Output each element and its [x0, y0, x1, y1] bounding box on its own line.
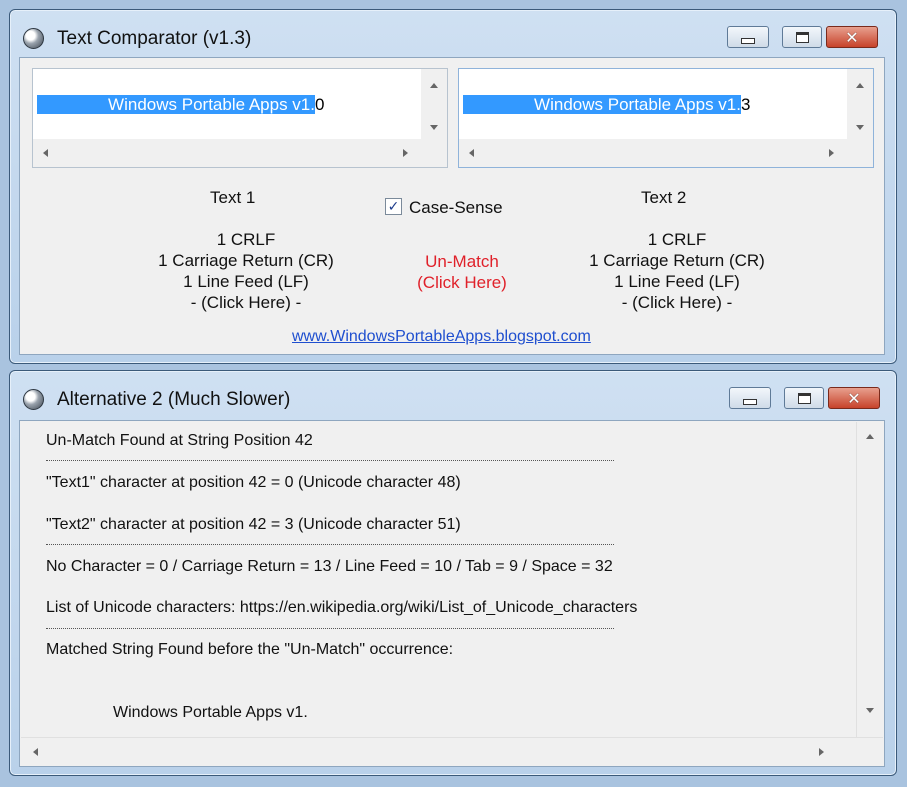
text2-horizontal-scrollbar[interactable]: [459, 139, 873, 167]
result-horizontal-scrollbar[interactable]: [21, 737, 883, 765]
text2-lf-count: 1 Line Feed (LF): [614, 272, 740, 291]
separator: [46, 544, 614, 545]
text1-vertical-scrollbar[interactable]: [421, 69, 447, 139]
text2-content[interactable]: Windows Portable Apps v1.3: [463, 95, 750, 114]
website-link[interactable]: www.WindowsPortableApps.blogspot.com: [292, 328, 591, 346]
close-icon: ✕: [847, 388, 861, 408]
text1-label: Text 1: [210, 188, 256, 207]
text1-char-line: "Text1" character at position 42 = 0 (Un…: [46, 474, 461, 491]
checkmark-icon: ✓: [387, 198, 400, 215]
close-button[interactable]: ✕: [828, 387, 880, 409]
app-icon: [23, 389, 44, 410]
text2-label: Text 2: [641, 188, 687, 207]
scroll-right-icon[interactable]: [403, 149, 408, 157]
case-sense-label[interactable]: Case-Sense: [409, 198, 503, 218]
result-text-area[interactable]: Un-Match Found at String Position 42 "Te…: [19, 420, 885, 767]
text2-click-link[interactable]: - (Click Here) -: [547, 292, 807, 313]
text1-content[interactable]: Windows Portable Apps v1.0: [37, 95, 324, 114]
matched-string-header: Matched String Found before the "Un-Matc…: [46, 641, 454, 658]
scroll-up-icon[interactable]: [430, 83, 438, 88]
legend-line: No Character = 0 / Carriage Return = 13 …: [46, 558, 613, 575]
minimize-button[interactable]: [729, 387, 771, 409]
unmatch-found-line: Un-Match Found at String Position 42: [46, 432, 313, 449]
minimize-icon: [741, 37, 755, 44]
minimize-icon: [743, 398, 757, 405]
window-title: Alternative 2 (Much Slower): [57, 389, 291, 410]
scroll-left-icon[interactable]: [33, 748, 38, 756]
maximize-button[interactable]: [784, 387, 824, 409]
scroll-right-icon[interactable]: [829, 149, 834, 157]
matched-string-value: Windows Portable Apps v1.: [113, 704, 308, 721]
unicode-list-line: List of Unicode characters: https://en.w…: [46, 599, 638, 616]
maximize-icon: [795, 31, 809, 43]
alternative-window: Alternative 2 (Much Slower) ✕ Un-Match F…: [9, 370, 897, 776]
maximize-icon: [797, 392, 811, 404]
text1-horizontal-scrollbar[interactable]: [33, 139, 447, 167]
scroll-down-icon[interactable]: [856, 125, 864, 130]
separator: [46, 460, 614, 461]
scroll-left-icon[interactable]: [469, 149, 474, 157]
close-icon: ✕: [845, 27, 859, 47]
app-icon: [23, 28, 44, 49]
minimize-button[interactable]: [727, 26, 769, 48]
scrollbar-corner: [421, 139, 447, 167]
text2-char-line: "Text2" character at position 42 = 3 (Un…: [46, 516, 461, 533]
scroll-down-icon[interactable]: [866, 708, 874, 713]
text2-crlf-count: 1 CRLF: [647, 230, 707, 249]
result-content[interactable]: Un-Match Found at String Position 42 "Te…: [21, 422, 857, 738]
text-comparator-window: Text Comparator (v1.3) ✕ Windows Portabl…: [9, 9, 897, 364]
title-bar[interactable]: Alternative 2 (Much Slower) ✕: [10, 371, 896, 413]
text2-input[interactable]: Windows Portable Apps v1.3: [458, 68, 874, 168]
scroll-down-icon[interactable]: [430, 125, 438, 130]
text2-stats: 1 CRLF 1 Carriage Return (CR) 1 Line Fee…: [547, 229, 807, 313]
text1-click-link[interactable]: - (Click Here) -: [116, 292, 376, 313]
window-title: Text Comparator (v1.3): [57, 28, 252, 49]
text1-crlf-count: 1 CRLF: [216, 230, 276, 249]
scroll-up-icon[interactable]: [856, 83, 864, 88]
text1-unselected-text: 0: [315, 95, 325, 114]
scrollbar-corner: [847, 139, 873, 167]
scroll-left-icon[interactable]: [43, 149, 48, 157]
result-vertical-scrollbar[interactable]: [856, 422, 883, 738]
maximize-button[interactable]: [782, 26, 822, 48]
close-button[interactable]: ✕: [826, 26, 878, 48]
text2-vertical-scrollbar[interactable]: [847, 69, 873, 139]
scroll-up-icon[interactable]: [866, 434, 874, 439]
text2-unselected-text: 3: [741, 95, 751, 114]
text1-input[interactable]: Windows Portable Apps v1.0: [32, 68, 448, 168]
title-bar[interactable]: Text Comparator (v1.3) ✕: [10, 10, 896, 52]
text2-cr-count: 1 Carriage Return (CR): [589, 251, 765, 270]
case-sense-checkbox[interactable]: ✓: [385, 198, 402, 215]
comparator-client-area: Windows Portable Apps v1.0 Windows Porta…: [19, 57, 885, 355]
scroll-right-icon[interactable]: [819, 748, 824, 756]
text2-selected-text: Windows Portable Apps v1.: [463, 95, 741, 114]
separator: [46, 628, 614, 629]
text1-selected-text: Windows Portable Apps v1.: [37, 95, 315, 114]
